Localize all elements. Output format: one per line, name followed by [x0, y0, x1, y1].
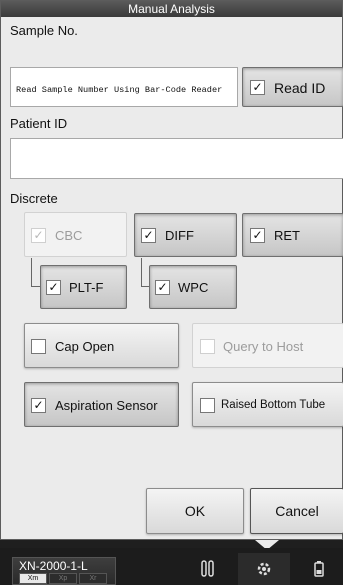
read-id-label: Read ID [274, 80, 326, 96]
cap-open-checkbox [31, 339, 46, 354]
aspiration-sensor-checkbox: ✓ [31, 398, 46, 413]
mode-tab[interactable]: Xr [79, 573, 107, 584]
query-host-toggle[interactable]: Query to Host [192, 323, 343, 368]
diff-label: DIFF [165, 228, 194, 243]
sample-no-hint: Read Sample Number Using Bar-Code Reader [16, 85, 223, 95]
mode-tab[interactable]: Xm [19, 573, 47, 584]
mode-tab[interactable]: Xp [49, 573, 77, 584]
cap-open-label: Cap Open [55, 339, 115, 354]
pltf-checkbox: ✓ [46, 280, 61, 295]
pltf-label: PLT-F [69, 280, 104, 295]
patient-id-label: Patient ID [10, 116, 68, 131]
cbc-label: CBC [55, 228, 83, 243]
query-host-checkbox [200, 339, 215, 354]
cbc-checkbox: ✓ [31, 228, 46, 243]
analyzer-gear-icon[interactable] [238, 553, 290, 585]
patient-id-input[interactable] [10, 138, 343, 179]
ret-toggle[interactable]: ✓ RET [242, 213, 343, 257]
raised-bottom-tube-toggle[interactable]: Raised Bottom Tube [192, 382, 343, 427]
ret-checkbox: ✓ [250, 228, 265, 243]
bottle-icon[interactable] [295, 553, 343, 585]
dialog-title: Manual Analysis [1, 1, 342, 17]
sample-no-field[interactable]: Read Sample Number Using Bar-Code Reader [10, 67, 238, 107]
wpc-checkbox: ✓ [155, 280, 170, 295]
diff-toggle[interactable]: ✓ DIFF [134, 213, 237, 257]
diff-checkbox: ✓ [141, 228, 156, 243]
cancel-button[interactable]: Cancel [250, 488, 343, 534]
cbc-toggle[interactable]: ✓ CBC [24, 212, 127, 257]
wpc-toggle[interactable]: ✓ WPC [149, 265, 237, 309]
aspiration-sensor-label: Aspiration Sensor [55, 398, 158, 413]
pltf-toggle[interactable]: ✓ PLT-F [40, 265, 127, 309]
raised-bottom-tube-label: Raised Bottom Tube [221, 399, 326, 411]
instrument-mode-tabs: Xm Xp Xr [19, 573, 107, 584]
pltf-connector [31, 258, 40, 287]
sample-no-label: Sample No. [10, 23, 78, 38]
wpc-label: WPC [178, 280, 209, 295]
raised-bottom-tube-checkbox [200, 398, 215, 413]
read-id-checkbox: ✓ [250, 80, 265, 95]
discrete-label: Discrete [10, 191, 58, 206]
tube-rack-icon[interactable] [183, 553, 233, 585]
ret-label: RET [274, 228, 300, 243]
instrument-name: XN-2000-1-L [19, 559, 88, 573]
aspiration-sensor-toggle[interactable]: ✓ Aspiration Sensor [24, 382, 179, 427]
read-id-toggle[interactable]: ✓ Read ID [242, 67, 343, 107]
cap-open-toggle[interactable]: Cap Open [24, 323, 179, 368]
ok-button[interactable]: OK [146, 488, 244, 534]
query-host-label: Query to Host [223, 339, 304, 354]
instrument-panel[interactable]: XN-2000-1-L Xm Xp Xr [12, 557, 116, 585]
manual-analysis-dialog: Manual Analysis Sample No. Read Sample N… [0, 0, 343, 540]
